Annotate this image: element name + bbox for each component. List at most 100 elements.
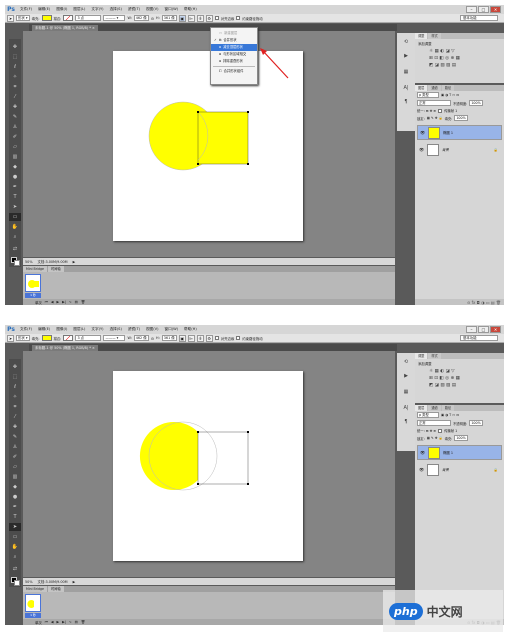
rectangle-shape[interactable] — [197, 111, 249, 165]
shape-mode-select[interactable]: 形状 ▾ — [16, 335, 30, 341]
crop-tool-icon[interactable]: ⌗ — [9, 83, 21, 91]
subtracted-circle-shape[interactable] — [139, 422, 198, 490]
swap-colors-icon[interactable]: ⇄ — [9, 565, 21, 573]
pen-tool-icon[interactable]: ✒ — [9, 183, 21, 191]
tab-paths[interactable]: 路径 — [441, 85, 455, 91]
filter-icons[interactable]: ▣ ◑ T ▭ ⊡ — [441, 413, 459, 417]
document-canvas[interactable] — [113, 371, 303, 561]
delete-frame-icon[interactable]: 🗑 — [81, 620, 85, 624]
layer-background[interactable]: 👁 背景 🔒 — [417, 142, 502, 157]
close-button[interactable]: ✕ — [490, 326, 501, 333]
propagate-checkbox[interactable] — [438, 108, 443, 113]
menu-item-exclude-overlap[interactable]: ⧆ 排除重叠形状 — [211, 58, 257, 65]
gradient-tool-icon[interactable]: ▥ — [9, 473, 21, 481]
menu-item-combine-shapes[interactable]: ✓ ⧉ 合并形状 — [211, 37, 257, 44]
loop-select[interactable]: 单次 — [35, 300, 42, 305]
menu-image[interactable]: 图像(I) — [53, 7, 70, 12]
tab-timeline[interactable]: 时间轴 — [47, 266, 64, 272]
shape-tool-icon[interactable]: ▭ — [9, 213, 21, 221]
filter-icons[interactable]: ▣ ◑ T ▭ ⊡ — [441, 93, 459, 97]
eraser-tool-icon[interactable]: ▱ — [9, 463, 21, 471]
pen-tool-icon[interactable]: ✒ — [9, 503, 21, 511]
prev-frame-icon[interactable]: ◀ — [51, 300, 54, 304]
zoom-level[interactable]: 50% — [25, 580, 33, 584]
healing-tool-icon[interactable]: ✚ — [9, 103, 21, 111]
zoom-tool-icon[interactable]: ⌕ — [9, 233, 21, 241]
adjustment-icons-row-2[interactable]: ⊞ ⊡ ◧ ◎ ⊕ ▦ — [415, 375, 504, 382]
adjustment-icons-row-3[interactable]: ◩ ◪ ▧ ▨ ▤ — [415, 62, 504, 69]
paragraph-icon[interactable]: ¶ — [400, 417, 412, 427]
actions-icon[interactable]: ▶ — [400, 371, 412, 381]
opacity-field[interactable]: 100% — [469, 420, 483, 426]
status-arrow-icon[interactable]: ▶ — [73, 260, 76, 264]
type-tool-icon[interactable]: T — [9, 193, 21, 201]
height-field[interactable]: 361 像 — [161, 15, 177, 21]
background-color-swatch[interactable] — [14, 580, 20, 586]
history-icon[interactable]: ⟲ — [400, 37, 412, 47]
blur-tool-icon[interactable]: ◆ — [9, 483, 21, 491]
stroke-swatch[interactable] — [63, 15, 74, 21]
frame-thumbnail[interactable] — [25, 274, 41, 292]
fill-field[interactable]: 100% — [454, 115, 468, 121]
fill-swatch[interactable] — [41, 335, 52, 341]
stroke-width-select[interactable]: 3 点 — [75, 335, 102, 341]
crop-tool-icon[interactable]: ⌗ — [9, 403, 21, 411]
marquee-tool-icon[interactable]: ⬚ — [9, 373, 21, 381]
tab-channels[interactable]: 通道 — [428, 405, 441, 411]
maximize-button[interactable]: □ — [478, 326, 489, 333]
hand-tool-icon[interactable]: ✋ — [9, 223, 21, 231]
prev-frame-icon[interactable]: ◀ — [51, 620, 54, 624]
play-icon[interactable]: ▶ — [56, 300, 59, 304]
menu-item-new-layer[interactable]: ▭ 新建图层 — [211, 30, 257, 37]
blur-tool-icon[interactable]: ◆ — [9, 163, 21, 171]
menu-file[interactable]: 文件(F) — [17, 327, 35, 332]
constrain-path-checkbox[interactable] — [236, 336, 241, 340]
maximize-button[interactable]: □ — [478, 6, 489, 13]
menu-item-subtract-front-shape[interactable]: ⧈ 减去顶层形状 — [211, 44, 257, 51]
width-field[interactable]: 462 像 — [133, 335, 149, 341]
unify-icons[interactable]: 统一: ⊞ ✥ ⊕ — [417, 428, 436, 433]
move-tool-icon[interactable]: ✥ — [9, 43, 21, 51]
new-frame-icon[interactable]: ▤ — [75, 620, 78, 624]
history-icon[interactable]: ⟲ — [400, 357, 412, 367]
path-alignment-icon[interactable]: ⊫ — [187, 14, 195, 22]
stamp-tool-icon[interactable]: ♙ — [9, 443, 21, 451]
tab-layers[interactable]: 图层 — [415, 405, 428, 411]
next-frame-icon[interactable]: ▶| — [62, 300, 66, 304]
menu-type[interactable]: 文字(Y) — [88, 7, 106, 12]
link-icon[interactable]: ⊝ — [151, 16, 154, 21]
tab-mini-bridge[interactable]: Mini Bridge — [23, 586, 47, 592]
menu-layer[interactable]: 图层(L) — [70, 327, 88, 332]
menu-image[interactable]: 图像(I) — [53, 327, 70, 332]
frame-delay[interactable]: 1 秒 — [25, 613, 41, 618]
stamp-tool-icon[interactable]: ♙ — [9, 123, 21, 131]
visibility-eye-icon[interactable]: 👁 — [419, 147, 424, 152]
eraser-tool-icon[interactable]: ▱ — [9, 143, 21, 151]
history-brush-tool-icon[interactable]: ✐ — [9, 133, 21, 141]
lasso-tool-icon[interactable]: ℓ — [9, 383, 21, 391]
zoom-level[interactable]: 50% — [25, 260, 33, 264]
background-color-swatch[interactable] — [14, 260, 20, 266]
tool-preset-icon[interactable]: ➤ — [7, 334, 14, 342]
quick-select-tool-icon[interactable]: ✧ — [9, 393, 21, 401]
visibility-eye-icon[interactable]: 👁 — [419, 467, 424, 472]
stroke-type-select[interactable]: ——— ▾ — [103, 15, 126, 21]
link-icon[interactable]: ⊝ — [151, 336, 154, 341]
menu-item-intersect-shapes[interactable]: ⧇ 与形状区域相交 — [211, 51, 257, 58]
menu-view[interactable]: 视图(V) — [143, 7, 161, 12]
visibility-eye-icon[interactable]: 👁 — [420, 130, 425, 135]
path-operations-icon[interactable]: ▣ — [178, 14, 186, 22]
layer-background[interactable]: 👁 背景 🔒 — [417, 462, 502, 477]
layer-filter-select[interactable]: ρ 类型 — [417, 412, 439, 418]
unify-icons[interactable]: 统一: ⊞ ✥ ⊕ — [417, 108, 436, 113]
adjustment-icons-row-1[interactable]: ☼ ▦ ◐ ◪ ▽ — [415, 368, 504, 375]
tab-adjustments[interactable]: 调整 — [415, 353, 428, 359]
frame-thumbnail[interactable] — [25, 594, 41, 612]
swap-colors-icon[interactable]: ⇄ — [9, 245, 21, 253]
tab-channels[interactable]: 通道 — [428, 85, 441, 91]
path-arrangement-icon[interactable]: ⁜ — [196, 14, 204, 22]
fill-swatch[interactable] — [41, 15, 52, 21]
tab-mini-bridge[interactable]: Mini Bridge — [23, 266, 47, 272]
move-tool-icon[interactable]: ✥ — [9, 363, 21, 371]
character-icon[interactable]: A| — [400, 83, 412, 93]
